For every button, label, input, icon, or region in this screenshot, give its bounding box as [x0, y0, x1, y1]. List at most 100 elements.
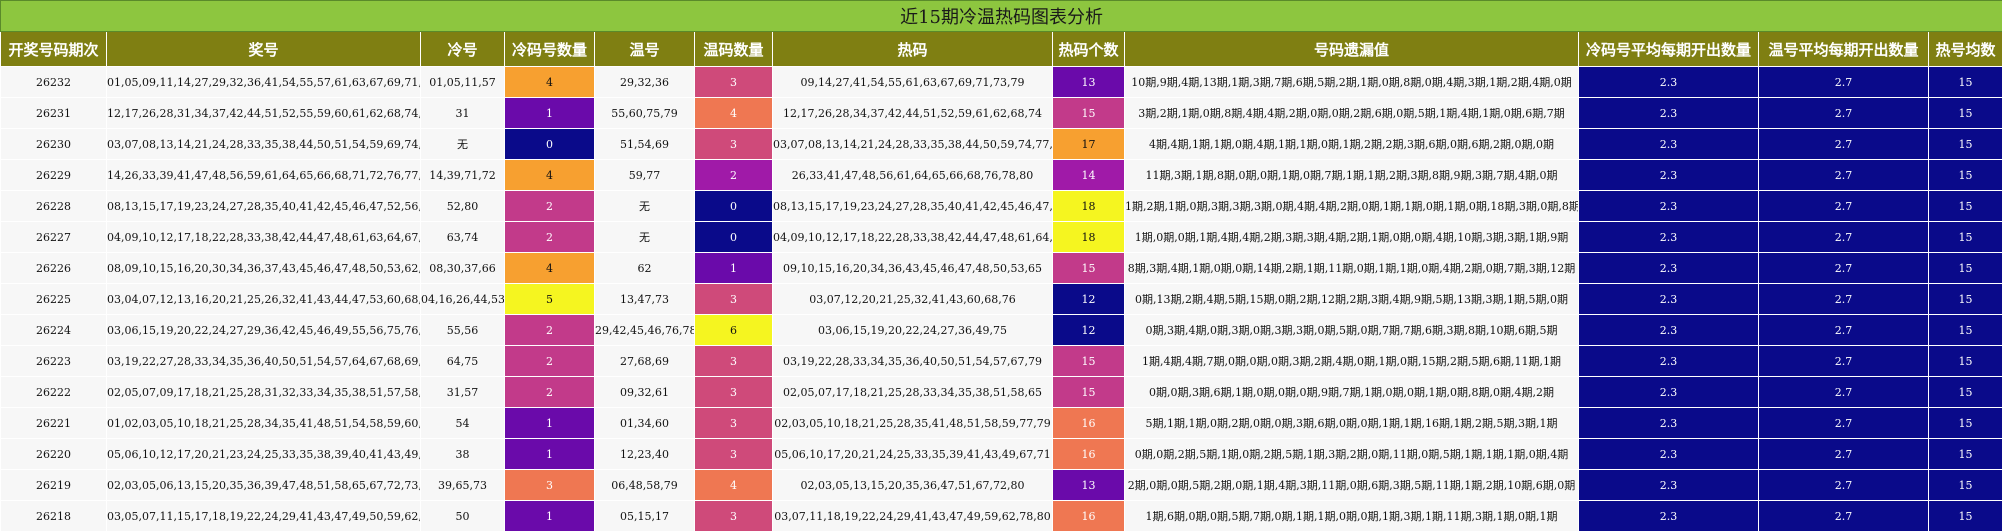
cell-cold: 50: [421, 501, 505, 532]
cell-warm-count: 6: [695, 315, 773, 346]
header-missing: 号码遗漏值: [1125, 32, 1579, 67]
cell-period: 26222: [1, 377, 107, 408]
cell-cold: 08,30,37,66: [421, 253, 505, 284]
cell-hot-avg: 15: [1929, 191, 2002, 222]
cell-hot: 26,33,41,47,48,56,61,64,65,66,68,76,78,8…: [773, 160, 1053, 191]
cell-warm-avg: 2.7: [1759, 346, 1929, 377]
cell-numbers: 03,06,15,19,20,22,24,27,29,36,42,45,46,4…: [107, 315, 421, 346]
cell-cold: 55,56: [421, 315, 505, 346]
table-row: 2623201,05,09,11,14,27,29,32,36,41,54,55…: [1, 67, 2002, 98]
cell-cold-count: 3: [505, 470, 595, 501]
cell-cold-count: 0: [505, 129, 595, 160]
cell-missing: 1期,2期,1期,0期,3期,3期,3期,0期,4期,4期,2期,0期,1期,1…: [1125, 191, 1579, 222]
cell-warm: 09,32,61: [595, 377, 695, 408]
cell-warm-avg: 2.7: [1759, 377, 1929, 408]
cell-warm-count: 4: [695, 98, 773, 129]
cell-period: 26218: [1, 501, 107, 532]
cell-numbers: 02,03,05,06,13,15,20,35,36,39,47,48,51,5…: [107, 470, 421, 501]
cell-cold-avg: 2.3: [1579, 377, 1759, 408]
cell-cold-avg: 2.3: [1579, 470, 1759, 501]
cell-cold-avg: 2.3: [1579, 191, 1759, 222]
cell-warm: 01,34,60: [595, 408, 695, 439]
header-period: 开奖号码期次: [1, 32, 107, 67]
cell-hot: 03,07,12,20,21,25,32,41,43,60,68,76: [773, 284, 1053, 315]
cell-hot-count: 14: [1053, 160, 1125, 191]
table-row: 2621902,03,05,06,13,15,20,35,36,39,47,48…: [1, 470, 2002, 501]
cell-cold-avg: 2.3: [1579, 408, 1759, 439]
cell-numbers: 05,06,10,12,17,20,21,23,24,25,33,35,38,3…: [107, 439, 421, 470]
cell-cold: 01,05,11,57: [421, 67, 505, 98]
cell-numbers: 03,19,22,27,28,33,34,35,36,40,50,51,54,5…: [107, 346, 421, 377]
cell-hot-avg: 15: [1929, 501, 2002, 532]
cell-missing: 2期,0期,0期,5期,2期,0期,1期,4期,3期,11期,0期,6期,3期,…: [1125, 470, 1579, 501]
cell-hot-count: 18: [1053, 191, 1125, 222]
cell-hot-avg: 15: [1929, 346, 2002, 377]
cell-warm: 无: [595, 222, 695, 253]
cell-warm-count: 3: [695, 284, 773, 315]
cell-cold-avg: 2.3: [1579, 67, 1759, 98]
header-warm-avg: 温号平均每期开出数量: [1759, 32, 1929, 67]
cell-hot-avg: 15: [1929, 67, 2002, 98]
cell-cold-count: 2: [505, 191, 595, 222]
cell-warm-count: 3: [695, 377, 773, 408]
cell-hot-count: 15: [1053, 98, 1125, 129]
cell-cold-avg: 2.3: [1579, 222, 1759, 253]
cell-missing: 11期,3期,1期,8期,0期,0期,1期,0期,7期,1期,1期,2期,3期,…: [1125, 160, 1579, 191]
cell-warm-avg: 2.7: [1759, 253, 1929, 284]
table-row: 2622914,26,33,39,41,47,48,56,59,61,64,65…: [1, 160, 2002, 191]
cell-warm-avg: 2.7: [1759, 222, 1929, 253]
header-cold-avg: 冷码号平均每期开出数量: [1579, 32, 1759, 67]
cell-numbers: 03,07,08,13,14,21,24,28,33,35,38,44,50,5…: [107, 129, 421, 160]
cell-hot: 09,14,27,41,54,55,61,63,67,69,71,73,79: [773, 67, 1053, 98]
cell-warm: 无: [595, 191, 695, 222]
cell-cold: 31: [421, 98, 505, 129]
cell-warm-count: 3: [695, 439, 773, 470]
cell-warm-avg: 2.7: [1759, 470, 1929, 501]
cell-numbers: 08,13,15,17,19,23,24,27,28,35,40,41,42,4…: [107, 191, 421, 222]
cell-warm-count: 1: [695, 253, 773, 284]
cell-hot: 02,05,07,17,18,21,25,28,33,34,35,38,51,5…: [773, 377, 1053, 408]
cell-warm: 05,15,17: [595, 501, 695, 532]
cell-hot-avg: 15: [1929, 253, 2002, 284]
cell-cold-count: 1: [505, 501, 595, 532]
header-cold: 冷号: [421, 32, 505, 67]
cell-numbers: 04,09,10,12,17,18,22,28,33,38,42,44,47,4…: [107, 222, 421, 253]
cell-warm-count: 3: [695, 129, 773, 160]
cell-missing: 5期,1期,1期,0期,2期,0期,0期,3期,6期,0期,0期,1期,1期,1…: [1125, 408, 1579, 439]
header-row: 开奖号码期次 奖号 冷号 冷码号数量 温号 温码数量 热码 热码个数 号码遗漏值…: [1, 32, 2002, 67]
cell-warm: 29,42,45,46,76,78: [595, 315, 695, 346]
cell-hot-count: 12: [1053, 284, 1125, 315]
cell-missing: 0期,0期,2期,5期,1期,0期,2期,5期,1期,3期,2期,0期,11期,…: [1125, 439, 1579, 470]
cell-warm: 12,23,40: [595, 439, 695, 470]
cell-cold-avg: 2.3: [1579, 501, 1759, 532]
cell-cold-count: 4: [505, 253, 595, 284]
cell-hot: 03,06,15,19,20,22,24,27,36,49,75: [773, 315, 1053, 346]
cell-missing: 10期,9期,4期,13期,1期,3期,7期,6期,5期,2期,1期,0期,8期…: [1125, 67, 1579, 98]
cell-cold: 14,39,71,72: [421, 160, 505, 191]
page-title: 近15期冷温热码图表分析: [1, 1, 2002, 32]
cell-warm-avg: 2.7: [1759, 98, 1929, 129]
cell-warm-avg: 2.7: [1759, 501, 1929, 532]
header-cold-count: 冷码号数量: [505, 32, 595, 67]
cell-warm-avg: 2.7: [1759, 439, 1929, 470]
cell-warm: 51,54,69: [595, 129, 695, 160]
cell-hot-count: 15: [1053, 377, 1125, 408]
cell-cold-count: 1: [505, 439, 595, 470]
cell-cold: 52,80: [421, 191, 505, 222]
cell-numbers: 08,09,10,15,16,20,30,34,36,37,43,45,46,4…: [107, 253, 421, 284]
cell-cold: 39,65,73: [421, 470, 505, 501]
cell-period: 26225: [1, 284, 107, 315]
cell-warm: 29,32,36: [595, 67, 695, 98]
cell-missing: 0期,13期,2期,4期,5期,15期,0期,2期,12期,2期,3期,4期,9…: [1125, 284, 1579, 315]
cell-hot-count: 13: [1053, 67, 1125, 98]
cell-cold: 64,75: [421, 346, 505, 377]
header-hot-avg: 热号均数: [1929, 32, 2002, 67]
cell-hot-avg: 15: [1929, 377, 2002, 408]
cell-hot-count: 13: [1053, 470, 1125, 501]
cell-hot: 02,03,05,13,15,20,35,36,47,51,67,72,80: [773, 470, 1053, 501]
cell-cold-count: 2: [505, 346, 595, 377]
cell-numbers: 03,04,07,12,13,16,20,21,25,26,32,41,43,4…: [107, 284, 421, 315]
cell-cold: 04,16,26,44,53: [421, 284, 505, 315]
cell-cold: 无: [421, 129, 505, 160]
cell-hot: 05,06,10,17,20,21,24,25,33,35,39,41,43,4…: [773, 439, 1053, 470]
